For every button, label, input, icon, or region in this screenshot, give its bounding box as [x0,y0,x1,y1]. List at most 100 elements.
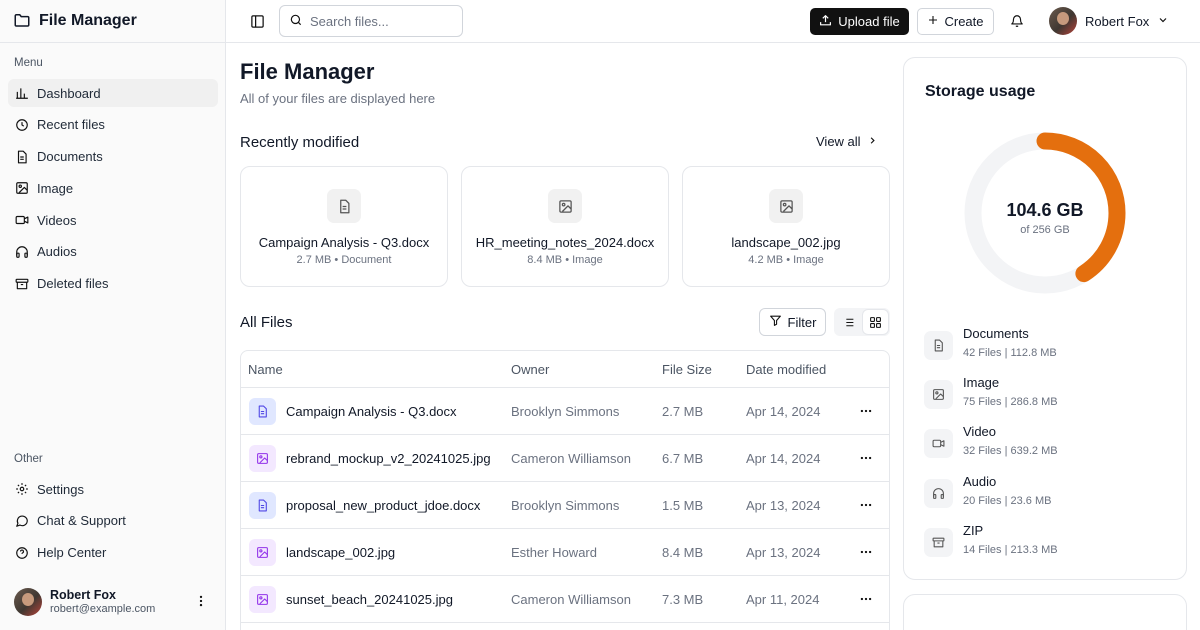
recent-file-meta: 4.2 MB • Image [748,254,824,266]
storage-category-zip[interactable]: ZIP 14 Files | 213.3 MB [924,523,1164,563]
sidebar-user[interactable]: Robert Fox robert@example.com [14,587,214,617]
recent-file-card[interactable]: landscape_002.jpg 4.2 MB • Image [682,166,890,287]
file-owner: Brooklyn Simmons [511,403,620,419]
sidebar-item-chat-support[interactable]: Chat & Support [8,507,218,535]
clock-icon [15,118,29,132]
more-horizontal-icon[interactable] [851,451,881,465]
more-horizontal-icon[interactable] [851,592,881,606]
document-icon [249,397,276,425]
sidebar-item-settings[interactable]: Settings [8,475,218,503]
column-header-date[interactable]: Date modified [746,362,851,377]
chevron-right-icon [867,134,878,149]
sidebar-toggle-icon[interactable] [250,14,265,32]
create-button[interactable]: Create [917,8,994,35]
headphones-icon [924,479,953,508]
sidebar-item-label: Recent files [37,117,105,133]
view-toggle [834,308,890,336]
user-menu[interactable]: Robert Fox [1049,7,1169,35]
table-row[interactable]: rebrand_mockup_v2_20241025.jpg Cameron W… [241,435,889,482]
list-view-icon[interactable] [836,310,861,334]
table-row[interactable]: Campaign Analysis - Q3.docx Brooklyn Sim… [241,388,889,435]
gear-icon [15,482,29,496]
column-header-name[interactable]: Name [241,362,511,377]
sidebar-item-videos[interactable]: Videos [8,206,218,234]
grid-view-icon[interactable] [863,310,888,334]
more-horizontal-icon[interactable] [851,498,881,512]
page-title: File Manager [240,59,375,84]
recent-file-meta: 8.4 MB • Image [527,254,603,266]
archive-icon [15,277,29,291]
plus-icon [927,14,939,29]
more-horizontal-icon[interactable] [851,545,881,559]
headphones-icon [15,245,29,259]
sidebar: File Manager Menu Dashboard Recent files… [0,0,226,630]
recent-file-meta: 2.7 MB • Document [296,254,392,266]
view-all-link[interactable]: View all [816,134,878,149]
category-name: Documents [963,326,1029,341]
other-section-label: Other [14,453,43,465]
storage-category-image[interactable]: Image 75 Files | 286.8 MB [924,375,1164,415]
other-nav: Settings Chat & Support Help Center [8,475,218,570]
file-date: Apr 13, 2024 [746,497,821,513]
recent-file-name: Campaign Analysis - Q3.docx [258,235,430,250]
sidebar-item-label: Deleted files [37,276,109,292]
bell-icon[interactable] [1010,14,1024,31]
sidebar-item-dashboard[interactable]: Dashboard [8,79,218,107]
storage-title: Storage usage [925,83,1036,100]
files-table: Name Owner File Size Date modified Campa… [240,350,890,630]
brand[interactable]: File Manager [0,0,225,43]
recent-file-card[interactable]: HR_meeting_notes_2024.docx 8.4 MB • Imag… [461,166,669,287]
category-meta: 20 Files | 23.6 MB [963,495,1052,507]
category-name: ZIP [963,523,984,538]
table-row[interactable]: sunset_beach_20241025.jpg Cameron Willia… [241,576,889,623]
storage-category-documents[interactable]: Documents 42 Files | 112.8 MB [924,326,1164,366]
category-name: Audio [963,474,997,489]
sidebar-item-image[interactable]: Image [8,174,218,202]
sidebar-item-help-center[interactable]: Help Center [8,539,218,567]
column-header-owner[interactable]: Owner [511,362,662,377]
recent-file-card[interactable]: Campaign Analysis - Q3.docx 2.7 MB • Doc… [240,166,448,287]
file-size: 6.7 MB [662,450,704,466]
chevron-down-icon [1157,14,1169,29]
table-header: Name Owner File Size Date modified [241,351,889,388]
sidebar-item-label: Audios [37,244,77,260]
search-input[interactable] [310,13,450,29]
avatar [14,588,42,616]
category-name: Video [963,424,997,439]
storage-category-video[interactable]: Video 32 Files | 639.2 MB [924,424,1164,464]
sidebar-item-audios[interactable]: Audios [8,238,218,266]
document-icon [327,189,361,223]
storage-total: of 256 GB [1020,224,1070,236]
filter-button[interactable]: Filter [759,308,826,336]
sidebar-item-label: Videos [37,212,77,228]
page-subtitle: All of your files are displayed here [240,91,436,106]
all-files-title: All Files [240,314,293,331]
sidebar-item-label: Image [37,180,74,196]
sidebar-item-deleted-files[interactable]: Deleted files [8,270,218,298]
app-title: File Manager [39,12,137,29]
folder-icon [13,11,31,32]
storage-used-value: 104.6 GB [1006,200,1084,220]
image-icon [924,380,953,409]
file-owner: Brooklyn Simmons [511,497,620,513]
file-name: Campaign Analysis - Q3.docx [286,403,457,419]
category-meta: 32 Files | 639.2 MB [963,445,1058,457]
file-owner: Cameron Williamson [511,450,631,466]
more-vertical-icon[interactable] [194,594,208,611]
category-meta: 42 Files | 112.8 MB [963,347,1057,359]
column-header-size[interactable]: File Size [662,362,746,377]
more-horizontal-icon[interactable] [851,404,881,418]
storage-category-audio[interactable]: Audio 20 Files | 23.6 MB [924,474,1164,514]
table-row[interactable]: landscape_002.jpg Esther Howard 8.4 MB A… [241,529,889,576]
sidebar-item-recent-files[interactable]: Recent files [8,111,218,139]
file-name: rebrand_mockup_v2_20241025.jpg [286,450,491,466]
table-row[interactable]: proposal_new_product_jdoe.docx Brooklyn … [241,482,889,529]
search-box[interactable] [279,5,463,37]
file-name: landscape_002.jpg [286,544,396,560]
file-owner: Cameron Williamson [511,591,631,607]
file-size: 7.3 MB [662,591,704,607]
upload-file-button[interactable]: Upload file [810,8,909,35]
sidebar-item-documents[interactable]: Documents [8,143,218,171]
recent-file-name: landscape_002.jpg [731,235,841,250]
search-icon [289,13,303,30]
